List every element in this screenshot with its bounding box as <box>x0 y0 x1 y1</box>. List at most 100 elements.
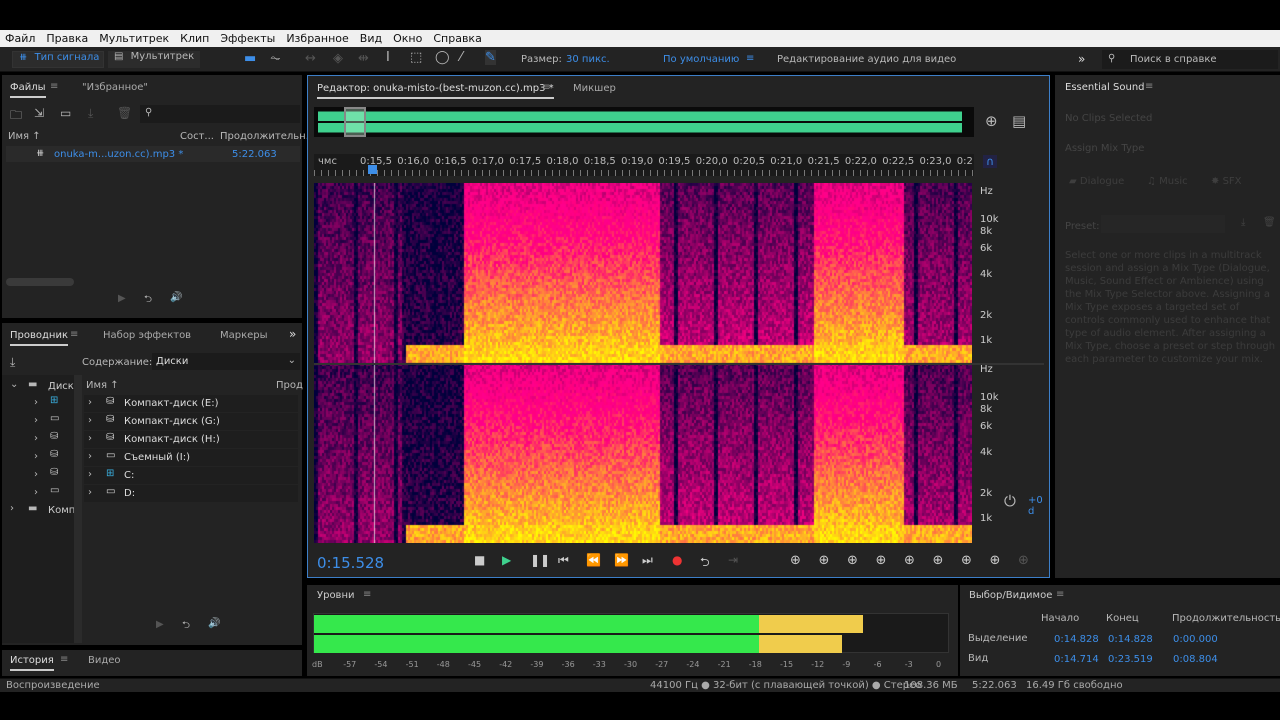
delete-preset-icon[interactable]: 🗑 <box>1263 217 1276 228</box>
drive-row[interactable]: › ⛁ Компакт-диск (E:) <box>84 395 298 412</box>
insert-icon[interactable]: ⤓ <box>88 106 93 121</box>
brush-size-value[interactable]: 30 пикс. <box>566 54 610 65</box>
razor-tool-icon[interactable]: ◈ <box>333 51 343 66</box>
chevron-right-icon[interactable]: › <box>34 451 38 462</box>
slip-tool-icon[interactable]: ⇹ <box>358 51 369 66</box>
help-search-input[interactable]: ⚲ Поиск в справке <box>1102 50 1278 69</box>
zoom-out-amplitude-icon[interactable]: ⊕ <box>819 553 830 568</box>
drive-row[interactable]: › ⛁ Компакт-диск (G:) <box>84 413 298 430</box>
chevron-right-icon[interactable]: › <box>88 487 92 498</box>
mix-type-dialogue[interactable]: ▰ Dialogue <box>1069 176 1124 187</box>
waveform-display-icon[interactable]: ⏦ <box>270 51 281 66</box>
chevron-right-icon[interactable]: › <box>34 487 38 498</box>
tree-scrollbar[interactable] <box>74 375 82 643</box>
chevron-right-icon[interactable]: › <box>88 451 92 462</box>
tab-explorer[interactable]: Проводник <box>10 330 68 346</box>
loop-icon[interactable]: ⮌ <box>182 618 190 635</box>
mix-type-music[interactable]: ♫ Music <box>1147 176 1188 187</box>
panel-menu-icon[interactable]: ≡ <box>60 654 68 665</box>
more-workspaces-icon[interactable]: » <box>1078 52 1085 66</box>
drive-row[interactable]: › ▭ Съемный (I:) <box>84 449 298 466</box>
skip-selection-icon[interactable]: ⇥ <box>728 553 738 567</box>
multitrack-view-button[interactable]: ▤ Мультитрек <box>108 51 200 68</box>
zoom-all-tracks-icon[interactable]: ⊕ <box>1018 553 1029 568</box>
chevron-right-icon[interactable]: › <box>10 503 14 514</box>
chevron-right-icon[interactable]: › <box>88 415 92 426</box>
menu-item[interactable]: Файл <box>0 32 41 45</box>
more-tabs-icon[interactable]: » <box>289 327 296 341</box>
file-row[interactable]: ⧻ onuka-m...uzon.cc).mp3 * 5:22.063 <box>6 146 300 162</box>
snap-icon[interactable]: ∩ <box>983 155 997 168</box>
chevron-right-icon[interactable]: › <box>34 469 38 480</box>
tab-favorites[interactable]: "Избранное" <box>82 82 148 93</box>
view-start[interactable]: 0:14.714 <box>1054 654 1099 665</box>
tab-markers[interactable]: Маркеры <box>220 330 268 341</box>
zoom-to-fit-icon[interactable]: ⊕ <box>985 112 998 130</box>
drive-row[interactable]: › ⊞ C: <box>84 467 298 484</box>
files-search-input[interactable]: ⚲ <box>140 105 300 123</box>
time-selection-tool-icon[interactable]: I <box>386 50 390 65</box>
menu-item[interactable]: Эффекты <box>215 32 281 45</box>
drive-icon[interactable]: ⛁ <box>50 467 58 478</box>
zoom-in-left-icon[interactable]: ⊕ <box>933 553 944 568</box>
menu-item[interactable]: Клип <box>175 32 215 45</box>
tab-effects-rack[interactable]: Набор эффектов <box>103 330 191 341</box>
preset-select[interactable] <box>1101 215 1225 233</box>
overview-waveform[interactable] <box>314 107 974 137</box>
play-icon[interactable]: ▶ <box>118 293 126 304</box>
rewind-icon[interactable]: ⏪ <box>586 553 601 567</box>
mix-type-sfx[interactable]: ✸ SFX <box>1211 176 1242 187</box>
chevron-right-icon[interactable]: › <box>34 433 38 444</box>
panel-menu-icon[interactable]: ≡ <box>1145 81 1153 92</box>
delete-icon[interactable]: 🗑 <box>117 106 132 120</box>
lasso-tool-icon[interactable]: ◯ <box>435 50 450 65</box>
selection-start[interactable]: 0:14.828 <box>1054 634 1099 645</box>
view-end[interactable]: 0:23.519 <box>1108 654 1153 665</box>
horizontal-scrollbar[interactable] <box>6 278 74 286</box>
tree-item-drives[interactable]: Диск <box>48 381 74 392</box>
move-tool-icon[interactable]: ↔ <box>305 51 316 66</box>
panel-menu-icon[interactable]: ≡ <box>50 81 58 92</box>
chevron-right-icon[interactable]: › <box>88 397 92 408</box>
gain-value[interactable]: +0 d <box>1028 495 1049 517</box>
open-file-icon[interactable]: 🗀 <box>10 106 22 127</box>
zoom-out-full-icon[interactable]: ⊕ <box>904 553 915 568</box>
record-icon[interactable]: ● <box>672 553 682 567</box>
zoom-in-right-icon[interactable]: ⊕ <box>961 553 972 568</box>
chevron-right-icon[interactable]: › <box>88 433 92 444</box>
col-name[interactable]: Имя ↑ <box>86 380 119 391</box>
tree-item-computer[interactable]: Комп <box>48 505 75 516</box>
gain-knob-icon[interactable]: ⏻ <box>1004 492 1016 510</box>
chevron-right-icon[interactable]: › <box>34 397 38 408</box>
col-name[interactable]: Имя ↑ <box>8 131 41 142</box>
drive-icon[interactable]: ⛁ <box>50 431 58 442</box>
content-select[interactable]: Диски ⌄ <box>152 353 300 370</box>
drive-icon[interactable]: ⛁ <box>50 449 58 460</box>
menu-item[interactable]: Вид <box>355 32 388 45</box>
menu-item[interactable]: Избранное <box>281 32 354 45</box>
loop-icon[interactable]: ⮌ <box>700 553 710 574</box>
volume-icon[interactable]: 🔊 <box>170 292 182 303</box>
tab-files[interactable]: Файлы <box>10 82 46 98</box>
tab-history[interactable]: История <box>10 655 54 671</box>
fast-forward-icon[interactable]: ⏩ <box>614 553 629 567</box>
tab-mixer[interactable]: Микшер <box>573 83 616 94</box>
view-duration[interactable]: 0:08.804 <box>1173 654 1218 665</box>
menu-item[interactable]: Мультитрек <box>94 32 175 45</box>
workspace-menu-icon[interactable]: ≡ <box>746 53 754 64</box>
panel-menu-icon[interactable]: ≡ <box>1056 589 1064 600</box>
menu-item[interactable]: Справка <box>428 32 487 45</box>
zoom-out-time-icon[interactable]: ⊕ <box>876 553 887 568</box>
tab-editor[interactable]: Редактор: onuka-misto-(best-muzon.cc).mp… <box>317 83 554 99</box>
skip-to-end-icon[interactable]: ⏭ <box>642 553 653 568</box>
play-icon[interactable]: ▶ <box>156 619 164 630</box>
import-icon[interactable]: ⇲ <box>34 106 44 120</box>
menu-item[interactable]: Правка <box>41 32 94 45</box>
play-icon[interactable]: ▶ <box>502 553 511 567</box>
chevron-right-icon[interactable]: › <box>34 415 38 426</box>
col-duration[interactable]: Продолжительн. <box>220 131 309 142</box>
panel-menu-icon[interactable]: ≡ <box>542 82 550 93</box>
volume-icon[interactable]: 🔊 <box>208 618 220 629</box>
marquee-tool-icon[interactable]: ⬚ <box>410 50 422 65</box>
workspace-audio-video[interactable]: Редактирование аудио для видео <box>777 54 956 65</box>
